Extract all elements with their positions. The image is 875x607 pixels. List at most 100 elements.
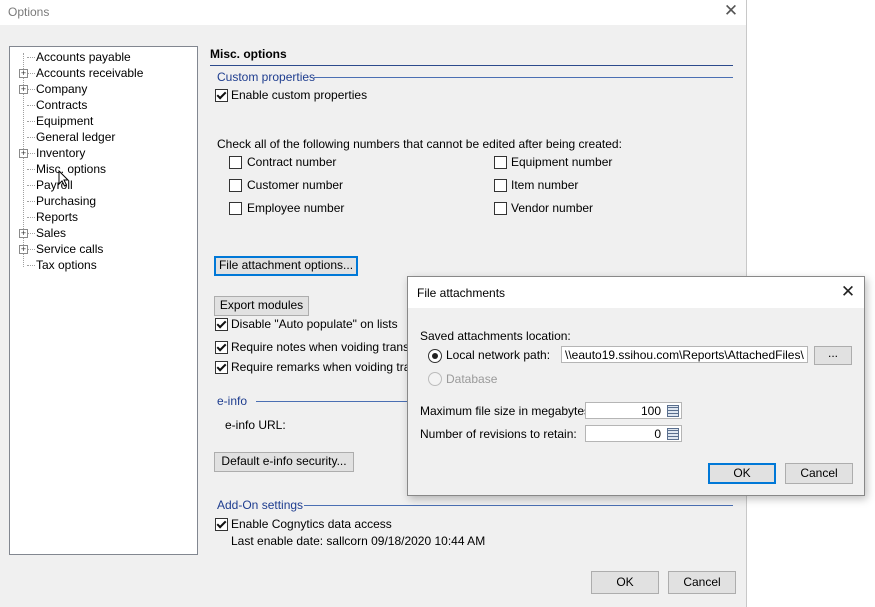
tree-item-inventory[interactable]: + Inventory bbox=[10, 145, 197, 161]
local-path-input[interactable]: \\eauto19.ssihou.com\Reports\AttachedFil… bbox=[561, 346, 808, 363]
tree-item-payroll[interactable]: Payroll bbox=[10, 177, 197, 193]
local-network-label: Local network path: bbox=[446, 348, 551, 362]
tree-item-label: Accounts payable bbox=[36, 50, 131, 64]
enable-custom-properties-label: Enable custom properties bbox=[231, 88, 368, 102]
revisions-label: Number of revisions to retain: bbox=[420, 427, 577, 441]
tree-connector bbox=[27, 185, 35, 186]
tree-item-contracts[interactable]: Contracts bbox=[10, 97, 197, 113]
require-notes-checkbox[interactable] bbox=[215, 341, 228, 354]
tree-connector bbox=[27, 233, 35, 234]
addon-settings-line bbox=[304, 505, 733, 506]
einfo-header: e-info bbox=[217, 394, 248, 408]
ok-button[interactable]: OK bbox=[591, 571, 659, 594]
tree-item-service-calls[interactable]: + Service calls bbox=[10, 241, 197, 257]
require-remarks-checkbox[interactable] bbox=[215, 361, 228, 374]
item-number-label: Item number bbox=[511, 178, 579, 192]
tree-item-label: Sales bbox=[36, 226, 67, 240]
tree-item-accounts-payable[interactable]: Accounts payable bbox=[10, 49, 197, 65]
custom-properties-line bbox=[314, 77, 733, 78]
max-size-label: Maximum file size in megabytes: bbox=[420, 404, 594, 418]
tree-item-accounts-receivable[interactable]: + Accounts receivable bbox=[10, 65, 197, 81]
einfo-url-label: e-info URL: bbox=[225, 418, 286, 432]
export-modules-button[interactable]: Export modules bbox=[214, 296, 309, 316]
contract-number-label: Contract number bbox=[247, 155, 337, 169]
tree-connector bbox=[27, 265, 35, 266]
tree-item-reports[interactable]: Reports bbox=[10, 209, 197, 225]
dialog-close-icon[interactable]: ✕ bbox=[838, 282, 858, 302]
database-radio[interactable] bbox=[428, 372, 442, 386]
dialog-title: File attachments bbox=[417, 286, 506, 300]
file-attachment-options-button[interactable]: File attachment options... bbox=[214, 256, 358, 276]
expand-plus-icon[interactable]: + bbox=[19, 149, 28, 158]
tree-connector bbox=[27, 89, 35, 90]
employee-number-checkbox[interactable] bbox=[229, 202, 242, 215]
enable-cognytics-checkbox[interactable] bbox=[215, 518, 228, 531]
tree-connector bbox=[27, 153, 35, 154]
disable-auto-populate-label: Disable "Auto populate" on lists bbox=[231, 317, 398, 331]
tree-item-label: Reports bbox=[36, 210, 79, 224]
tree-item-label: Contracts bbox=[36, 98, 88, 112]
options-tree[interactable]: Accounts payable + Accounts receivable + Com… bbox=[9, 46, 198, 555]
expand-plus-icon[interactable]: + bbox=[19, 229, 28, 238]
saved-location-label: Saved attachments location: bbox=[420, 329, 571, 343]
section-title: Misc. options bbox=[210, 47, 287, 61]
vendor-number-checkbox[interactable] bbox=[494, 202, 507, 215]
tree-connector bbox=[27, 73, 35, 74]
enable-cognytics-label: Enable Cognytics data access bbox=[231, 517, 392, 531]
cancel-button[interactable]: Cancel bbox=[668, 571, 736, 594]
tree-item-label: Misc. options bbox=[36, 162, 107, 176]
employee-number-label: Employee number bbox=[247, 201, 345, 215]
tree-item-misc-options[interactable]: Misc. options bbox=[10, 161, 197, 177]
tree-item-sales[interactable]: + Sales bbox=[10, 225, 197, 241]
dialog-title-bar: File attachments ✕ bbox=[408, 277, 864, 308]
expand-plus-icon[interactable]: + bbox=[19, 245, 28, 254]
browse-button[interactable]: ... bbox=[814, 346, 852, 365]
max-size-calculator-icon[interactable] bbox=[667, 405, 679, 417]
tree-item-label: Accounts receivable bbox=[36, 66, 144, 80]
item-number-checkbox[interactable] bbox=[494, 179, 507, 192]
tree-connector bbox=[27, 57, 35, 58]
contract-number-checkbox[interactable] bbox=[229, 156, 242, 169]
title-bar: Options ✕ bbox=[0, 0, 746, 25]
default-einfo-security-button[interactable]: Default e-info security... bbox=[214, 452, 354, 472]
tree-item-label: Company bbox=[36, 82, 88, 96]
enable-custom-properties-checkbox[interactable] bbox=[215, 89, 228, 102]
equipment-number-checkbox[interactable] bbox=[494, 156, 507, 169]
database-label: Database bbox=[446, 372, 498, 386]
tree-connector bbox=[27, 201, 35, 202]
expand-plus-icon[interactable]: + bbox=[19, 85, 28, 94]
tree-item-label: Tax options bbox=[36, 258, 97, 272]
customer-number-checkbox[interactable] bbox=[229, 179, 242, 192]
window-title: Options bbox=[8, 5, 50, 19]
tree-connector bbox=[27, 169, 35, 170]
tree-connector bbox=[27, 121, 35, 122]
dialog-cancel-button[interactable]: Cancel bbox=[785, 463, 853, 484]
tree-item-label: Service calls bbox=[36, 242, 104, 256]
tree-connector bbox=[27, 249, 35, 250]
revisions-calculator-icon[interactable] bbox=[667, 428, 679, 440]
last-enable-date: Last enable date: sallcorn 09/18/2020 10… bbox=[231, 534, 486, 548]
tree-item-label: Inventory bbox=[36, 146, 86, 160]
file-attachments-dialog: File attachments ✕ Saved attachments loc… bbox=[407, 276, 865, 496]
tree-item-label: Purchasing bbox=[36, 194, 97, 208]
dialog-ok-button[interactable]: OK bbox=[708, 463, 776, 484]
mouse-cursor-icon bbox=[58, 170, 70, 187]
tree-item-label: General ledger bbox=[36, 130, 116, 144]
customer-number-label: Customer number bbox=[247, 178, 344, 192]
tree-item-general-ledger[interactable]: General ledger bbox=[10, 129, 197, 145]
tree-item-tax-options[interactable]: Tax options bbox=[10, 257, 197, 273]
tree-item-label: Equipment bbox=[36, 114, 94, 128]
title-underline bbox=[210, 65, 733, 66]
disable-auto-populate-checkbox[interactable] bbox=[215, 318, 228, 331]
expand-plus-icon[interactable]: + bbox=[19, 69, 28, 78]
tree-item-equipment[interactable]: Equipment bbox=[10, 113, 197, 129]
tree-item-purchasing[interactable]: Purchasing bbox=[10, 193, 197, 209]
close-icon[interactable]: ✕ bbox=[722, 1, 740, 21]
tree-item-company[interactable]: + Company bbox=[10, 81, 197, 97]
tree-connector bbox=[27, 217, 35, 218]
vendor-number-label: Vendor number bbox=[511, 201, 594, 215]
addon-settings-header: Add-On settings bbox=[217, 498, 304, 512]
local-network-radio[interactable] bbox=[428, 349, 442, 363]
equipment-number-label: Equipment number bbox=[511, 155, 613, 169]
numbers-instruction: Check all of the following numbers that … bbox=[217, 137, 622, 151]
